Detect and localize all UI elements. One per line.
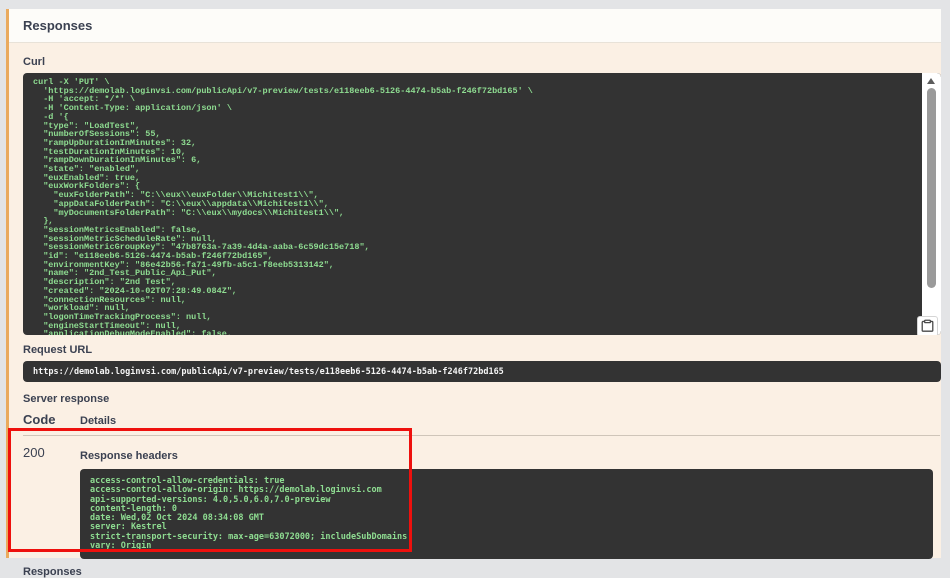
- response-headers-text: access-control-allow-credentials: true a…: [90, 477, 923, 551]
- clipboard-icon: [921, 319, 934, 335]
- response-table-header: Code Details: [23, 412, 940, 436]
- copy-to-clipboard-button[interactable]: [917, 316, 938, 335]
- curl-scrollbar-track[interactable]: [922, 73, 941, 335]
- code-column-header: Code: [23, 412, 80, 427]
- request-url-label: Request URL: [23, 344, 940, 356]
- curl-scrollbar-thumb[interactable]: [927, 88, 936, 288]
- curl-label: Curl: [23, 56, 940, 68]
- responses-footer-label: Responses: [23, 566, 940, 578]
- details-column-header: Details: [80, 415, 116, 427]
- responses-panel: Responses Curl curl -X 'PUT' \ 'https://…: [6, 9, 941, 558]
- response-headers-label: Response headers: [80, 450, 940, 462]
- scroll-up-arrow-icon[interactable]: [927, 78, 935, 84]
- responses-section-header: Responses: [9, 9, 941, 43]
- request-url-value: https://demolab.loginvsi.com/publicApi/v…: [23, 361, 941, 382]
- responses-title: Responses: [23, 18, 92, 33]
- curl-command-block: curl -X 'PUT' \ 'https://demolab.loginvs…: [23, 73, 941, 335]
- status-code-200: 200: [23, 445, 80, 460]
- server-response-label: Server response: [23, 393, 940, 405]
- curl-command-text[interactable]: curl -X 'PUT' \ 'https://demolab.loginvs…: [23, 73, 941, 335]
- response-row-200: 200 Response headers access-control-allo…: [23, 436, 940, 559]
- response-headers-block: access-control-allow-credentials: true a…: [80, 469, 933, 559]
